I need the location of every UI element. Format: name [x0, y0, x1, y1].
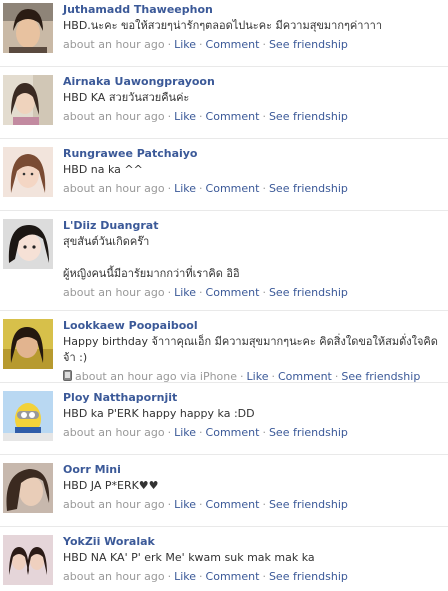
avatar[interactable]: [3, 319, 53, 369]
post-message: HBD ka P'ERK happy happy ka :DD: [63, 407, 255, 420]
see-friendship-link[interactable]: See friendship: [269, 286, 348, 299]
like-link[interactable]: Like: [174, 426, 196, 439]
see-friendship-link[interactable]: See friendship: [269, 38, 348, 51]
wall-post: Airnaka Uawongprayoon HBD KA สวยวันสวยคื…: [0, 67, 448, 139]
avatar[interactable]: [3, 75, 53, 125]
see-friendship-link[interactable]: See friendship: [269, 426, 348, 439]
like-link[interactable]: Like: [174, 286, 196, 299]
timestamp[interactable]: about an hour ago: [63, 498, 165, 511]
timestamp[interactable]: about an hour ago: [75, 370, 177, 383]
author-name-link[interactable]: Ploy Natthapornjit: [63, 391, 444, 404]
avatar[interactable]: [3, 219, 53, 269]
author-name-link[interactable]: Airnaka Uawongprayoon: [63, 75, 444, 88]
timestamp[interactable]: about an hour ago: [63, 110, 165, 123]
wall-post: Ploy Natthapornjit HBD ka P'ERK happy ha…: [0, 383, 448, 455]
timestamp[interactable]: about an hour ago: [63, 570, 165, 583]
author-name-link[interactable]: Juthamadd Thaweephon: [63, 3, 444, 16]
post-meta: about an hour ago · Like · Comment · See frien…: [63, 286, 348, 299]
author-name-link[interactable]: Lookkaew Poopaibool: [63, 319, 444, 332]
post-message: HBD.นะคะ ขอให้สวยๆน่ารักๆตลอดไปนะคะ มีคว…: [63, 19, 382, 32]
post-message: Happy birthday จ้าาาคุณเอ็ก มีความสุขมาก…: [63, 335, 438, 364]
comment-link[interactable]: Comment: [278, 370, 332, 383]
timestamp[interactable]: about an hour ago: [63, 426, 165, 439]
via-iphone-link[interactable]: via iPhone: [180, 370, 237, 383]
post-meta: about an hour ago via iPhone · Like · Commen…: [63, 370, 444, 384]
comment-link[interactable]: Comment: [206, 182, 260, 195]
comment-link[interactable]: Comment: [206, 498, 260, 511]
author-name-link[interactable]: Rungrawee Patchaiyo: [63, 147, 444, 160]
post-message: HBD KA สวยวันสวยคืนค่ะ: [63, 91, 190, 104]
comment-link[interactable]: Comment: [206, 38, 260, 51]
wall-post: Rungrawee Patchaiyo HBD na ka ^^ about a…: [0, 139, 448, 211]
see-friendship-link[interactable]: See friendship: [269, 570, 348, 583]
timestamp[interactable]: about an hour ago: [63, 286, 165, 299]
author-name-link[interactable]: YokZii Woralak: [63, 535, 444, 548]
post-meta: about an hour ago · Like · Comment · See frien…: [63, 110, 348, 123]
comment-link[interactable]: Comment: [206, 110, 260, 123]
post-meta: about an hour ago · Like · Comment · See frien…: [63, 182, 348, 195]
post-message: HBD na ka ^^: [63, 163, 143, 176]
timestamp[interactable]: about an hour ago: [63, 182, 165, 195]
post-message: HBD NA KA' P' erk Me' kwam suk mak mak k…: [63, 551, 315, 564]
see-friendship-link[interactable]: See friendship: [269, 182, 348, 195]
wall-feed: Juthamadd Thaweephon HBD.นะคะ ขอให้สวยๆน…: [0, 0, 448, 591]
like-link[interactable]: Like: [174, 570, 196, 583]
comment-link[interactable]: Comment: [206, 426, 260, 439]
wall-post: YokZii Woralak HBD NA KA' P' erk Me' kwa…: [0, 527, 448, 591]
wall-post: Oorr Mini HBD JA P*ERK♥♥ about an hour a…: [0, 455, 448, 527]
avatar[interactable]: [3, 463, 53, 513]
avatar[interactable]: [3, 147, 53, 197]
timestamp[interactable]: about an hour ago: [63, 38, 165, 51]
avatar[interactable]: [3, 3, 53, 53]
iphone-icon: [63, 370, 72, 381]
like-link[interactable]: Like: [174, 498, 196, 511]
wall-post: L'Diiz Duangrat สุขสันต์วันเกิดคร๊า ผู้ห…: [0, 211, 448, 311]
post-meta: about an hour ago · Like · Comment · See frien…: [63, 498, 348, 511]
wall-post: Juthamadd Thaweephon HBD.นะคะ ขอให้สวยๆน…: [0, 0, 448, 67]
post-message: สุขสันต์วันเกิดคร๊า ผู้หญิงคนนี้มีอารัยม…: [63, 235, 240, 280]
see-friendship-link[interactable]: See friendship: [269, 498, 348, 511]
post-message: HBD JA P*ERK♥♥: [63, 479, 159, 492]
like-link[interactable]: Like: [174, 182, 196, 195]
author-name-link[interactable]: Oorr Mini: [63, 463, 444, 476]
see-friendship-link[interactable]: See friendship: [269, 110, 348, 123]
like-link[interactable]: Like: [247, 370, 269, 383]
like-link[interactable]: Like: [174, 38, 196, 51]
see-friendship-link[interactable]: See friendship: [341, 370, 420, 383]
post-meta: about an hour ago · Like · Comment · See frien…: [63, 570, 348, 583]
comment-link[interactable]: Comment: [206, 570, 260, 583]
author-name-link[interactable]: L'Diiz Duangrat: [63, 219, 444, 232]
post-meta: about an hour ago · Like · Comment · See frien…: [63, 426, 348, 439]
avatar[interactable]: [3, 391, 53, 441]
wall-post: Lookkaew Poopaibool Happy birthday จ้าาา…: [0, 311, 448, 383]
like-link[interactable]: Like: [174, 110, 196, 123]
avatar[interactable]: [3, 535, 53, 585]
post-meta: about an hour ago · Like · Comment · See frien…: [63, 38, 348, 51]
comment-link[interactable]: Comment: [206, 286, 260, 299]
